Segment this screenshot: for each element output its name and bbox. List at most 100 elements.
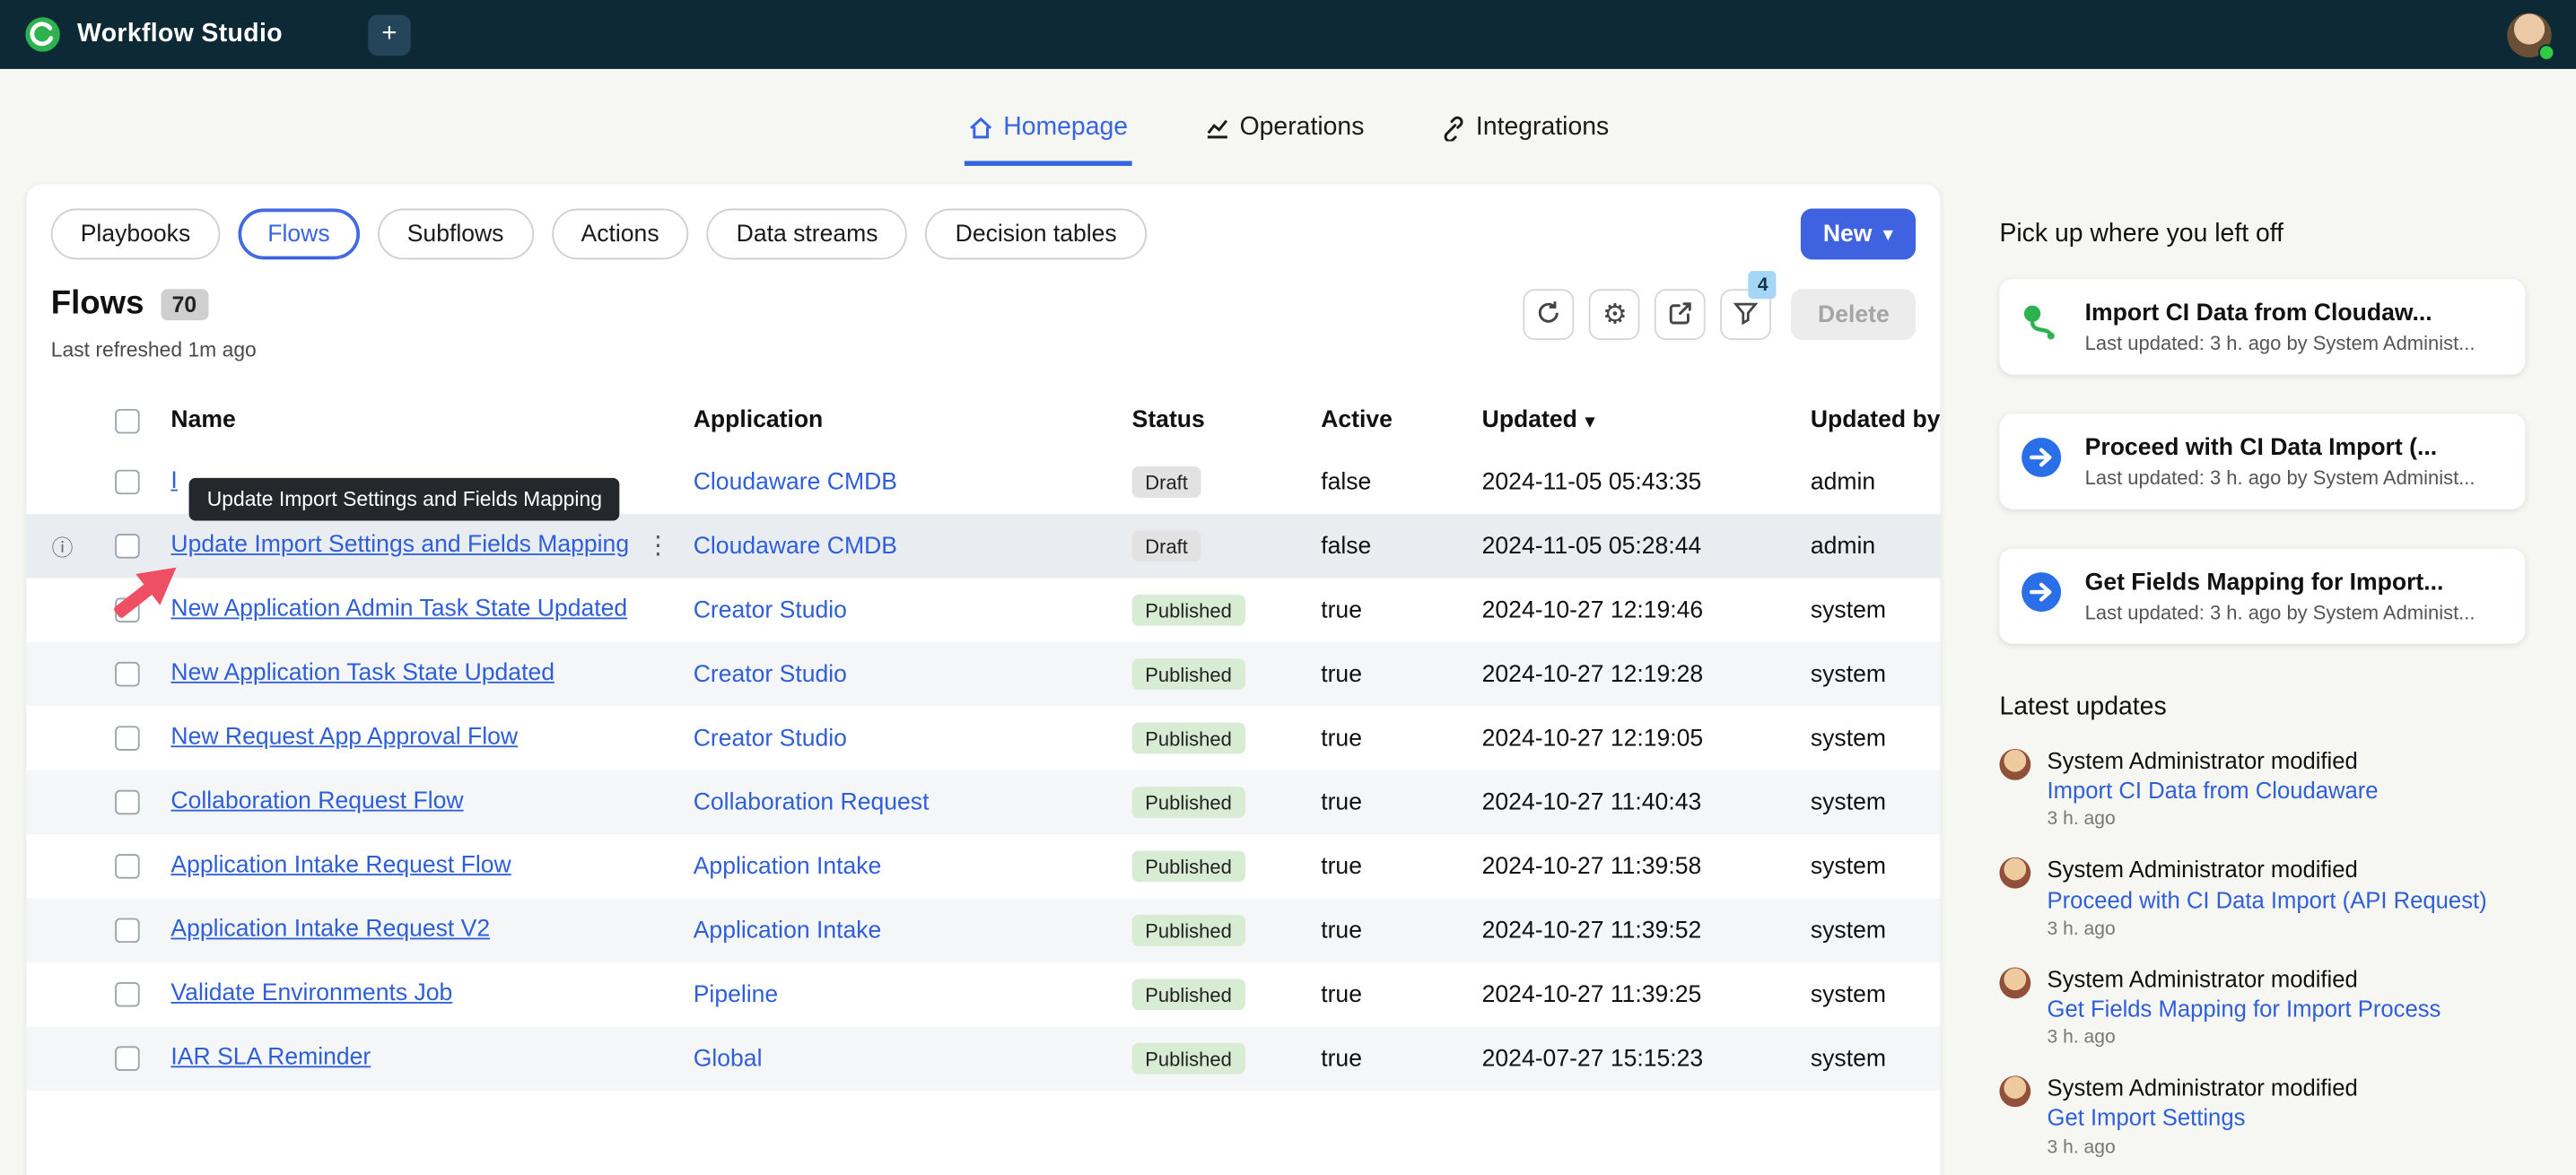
application-link[interactable]: Cloudaware CMDB <box>694 469 897 495</box>
tab-operations[interactable]: Operations <box>1201 100 1367 166</box>
status-badge: Published <box>1131 914 1245 946</box>
table-body: ⓘ I ⋮ Cloudaware CMDB Draft false 2024-1… <box>26 450 1941 1091</box>
pickup-card[interactable]: Proceed with CI Data Import (... Last up… <box>1999 413 2526 509</box>
row-checkbox[interactable] <box>115 661 140 687</box>
col-header-application[interactable]: Application <box>694 407 1132 433</box>
table-row[interactable]: ⓘ New Request App Approval Flow ⋮ Creato… <box>26 706 1940 770</box>
updated-value: 2024-10-27 11:39:25 <box>1481 981 1702 1008</box>
table-row[interactable]: ⓘ Update Import Settings and Fields Mapp… <box>26 514 1941 579</box>
pill-playbooks[interactable]: Playbooks <box>50 208 221 260</box>
update-text: System Administrator modified Get Fields… <box>2048 963 2441 1048</box>
col-header-active[interactable]: Active <box>1321 407 1481 433</box>
application-link[interactable]: Application Intake <box>694 853 882 879</box>
filter-count-badge: 4 <box>1749 271 1777 300</box>
arrow-circle-icon <box>2019 435 2063 488</box>
info-icon[interactable]: ⓘ <box>52 530 74 561</box>
flow-name-link[interactable]: IAR SLA Reminder <box>170 1044 371 1070</box>
updated-value: 2024-07-27 15:15:23 <box>1481 1045 1704 1072</box>
home-icon <box>967 115 993 141</box>
application-link[interactable]: Collaboration Request <box>694 789 930 815</box>
tab-homepage[interactable]: Homepage <box>964 100 1131 166</box>
flow-name-link[interactable]: Application Intake Request Flow <box>170 852 511 878</box>
refreshed-text: Last refreshed 1m ago <box>50 338 257 361</box>
tab-integrations[interactable]: Integrations <box>1436 100 1612 166</box>
pill-actions[interactable]: Actions <box>551 208 689 260</box>
active-value: true <box>1321 596 1362 623</box>
flow-name-link[interactable]: Collaboration Request Flow <box>170 788 463 814</box>
row-checkbox[interactable] <box>115 854 140 879</box>
tab-label: Homepage <box>1003 113 1129 142</box>
export-button[interactable] <box>1655 289 1707 341</box>
update-target-link[interactable]: Proceed with CI Data Import (API Request… <box>2048 884 2487 914</box>
table-row[interactable]: ⓘ New Application Admin Task State Updat… <box>26 579 1940 642</box>
topbar: Workflow Studio + <box>0 0 2576 69</box>
select-all-checkbox[interactable] <box>115 408 140 433</box>
new-button[interactable]: New ▾ <box>1800 208 1917 260</box>
app-logo-icon <box>24 16 60 52</box>
add-tab-button[interactable]: + <box>368 13 411 56</box>
col-header-status[interactable]: Status <box>1132 407 1322 433</box>
settings-button[interactable]: ⚙ <box>1589 289 1641 341</box>
flow-name-link[interactable]: I <box>170 467 177 493</box>
updated-by-value: system <box>1810 981 1886 1008</box>
flow-name-link[interactable]: New Application Task State Updated <box>170 660 554 686</box>
row-checkbox[interactable] <box>115 469 140 495</box>
pickup-card[interactable]: Get Fields Mapping for Import... Last up… <box>1999 548 2526 644</box>
col-header-updated[interactable]: Updated ▾ <box>1482 407 1811 433</box>
user-avatar[interactable] <box>2507 12 2555 60</box>
updated-value: 2024-11-05 05:43:35 <box>1481 468 1702 496</box>
pill-decision-tables[interactable]: Decision tables <box>925 208 1147 260</box>
list-header-left: Flows 70 Last refreshed 1m ago <box>51 286 257 361</box>
pill-label: Subflows <box>406 221 504 248</box>
flow-name-link[interactable]: Application Intake Request V2 <box>170 916 490 942</box>
updated-by-value: admin <box>1810 468 1876 496</box>
application-link[interactable]: Application Intake <box>694 918 882 944</box>
update-text: System Administrator modified Get Import… <box>2048 1073 2358 1157</box>
pickup-card[interactable]: Import CI Data from Cloudaw... Last upda… <box>1999 279 2526 375</box>
row-checkbox[interactable] <box>115 918 140 944</box>
active-value: true <box>1321 788 1362 816</box>
updates-list: System Administrator modified Import CI … <box>1999 745 2525 1157</box>
updated-value: 2024-10-27 12:19:46 <box>1481 596 1704 623</box>
update-actor: System Administrator modified <box>2047 1074 2358 1101</box>
pill-data-streams[interactable]: Data streams <box>706 208 908 260</box>
status-badge: Published <box>1131 594 1245 626</box>
tab-label: Integrations <box>1475 113 1610 142</box>
refresh-button[interactable] <box>1524 289 1576 341</box>
application-link[interactable]: Creator Studio <box>694 597 847 623</box>
table-row[interactable]: ⓘ Validate Environments Job ⋮ Pipeline P… <box>26 962 1940 1026</box>
flow-name-link[interactable]: Validate Environments Job <box>170 980 452 1006</box>
pill-subflows[interactable]: Subflows <box>377 208 534 260</box>
kebab-icon[interactable]: ⋮ <box>646 529 670 562</box>
col-header-name[interactable]: Name <box>170 407 693 433</box>
row-checkbox[interactable] <box>115 726 140 751</box>
update-avatar <box>1999 857 2031 890</box>
flow-name-link[interactable]: New Application Admin Task State Updated <box>170 596 627 622</box>
table-row[interactable]: ⓘ New Application Task State Updated ⋮ C… <box>26 641 1941 707</box>
row-checkbox[interactable] <box>115 981 140 1007</box>
application-link[interactable]: Cloudaware CMDB <box>694 533 897 559</box>
row-checkbox[interactable] <box>115 1046 140 1071</box>
list-actions: ⚙ 4 Delete <box>1524 271 1917 341</box>
application-link[interactable]: Pipeline <box>694 981 778 1007</box>
table-row[interactable]: ⓘ Application Intake Request Flow ⋮ Appl… <box>26 834 1940 898</box>
filter-button[interactable]: 4 <box>1721 271 1777 341</box>
application-link[interactable]: Global <box>694 1045 763 1071</box>
flow-name-link[interactable]: New Request App Approval Flow <box>170 724 518 750</box>
table-row[interactable]: ⓘ IAR SLA Reminder ⋮ Global Published tr… <box>26 1026 1941 1091</box>
update-target-link[interactable]: Get Import Settings <box>2048 1102 2358 1132</box>
row-checkbox[interactable] <box>115 789 140 815</box>
application-link[interactable]: Creator Studio <box>694 661 847 687</box>
pill-flows[interactable]: Flows <box>238 208 360 260</box>
flow-name-link[interactable]: Update Import Settings and Fields Mappin… <box>170 532 629 558</box>
annotation-arrow <box>114 567 177 618</box>
application-link[interactable]: Creator Studio <box>694 725 847 751</box>
right-sidebar: Pick up where you left off Import CI Dat… <box>1999 184 2526 1175</box>
col-header-updated-by[interactable]: Updated by <box>1811 407 1941 433</box>
update-target-link[interactable]: Import CI Data from Cloudaware <box>2048 776 2379 805</box>
update-target-link[interactable]: Get Fields Mapping for Import Process <box>2048 994 2441 1023</box>
table-row[interactable]: ⓘ Collaboration Request Flow ⋮ Collabora… <box>26 770 1941 835</box>
chart-icon <box>1203 115 1229 141</box>
table-row[interactable]: ⓘ Application Intake Request V2 ⋮ Applic… <box>26 898 1941 963</box>
status-badge: Published <box>1131 787 1245 818</box>
